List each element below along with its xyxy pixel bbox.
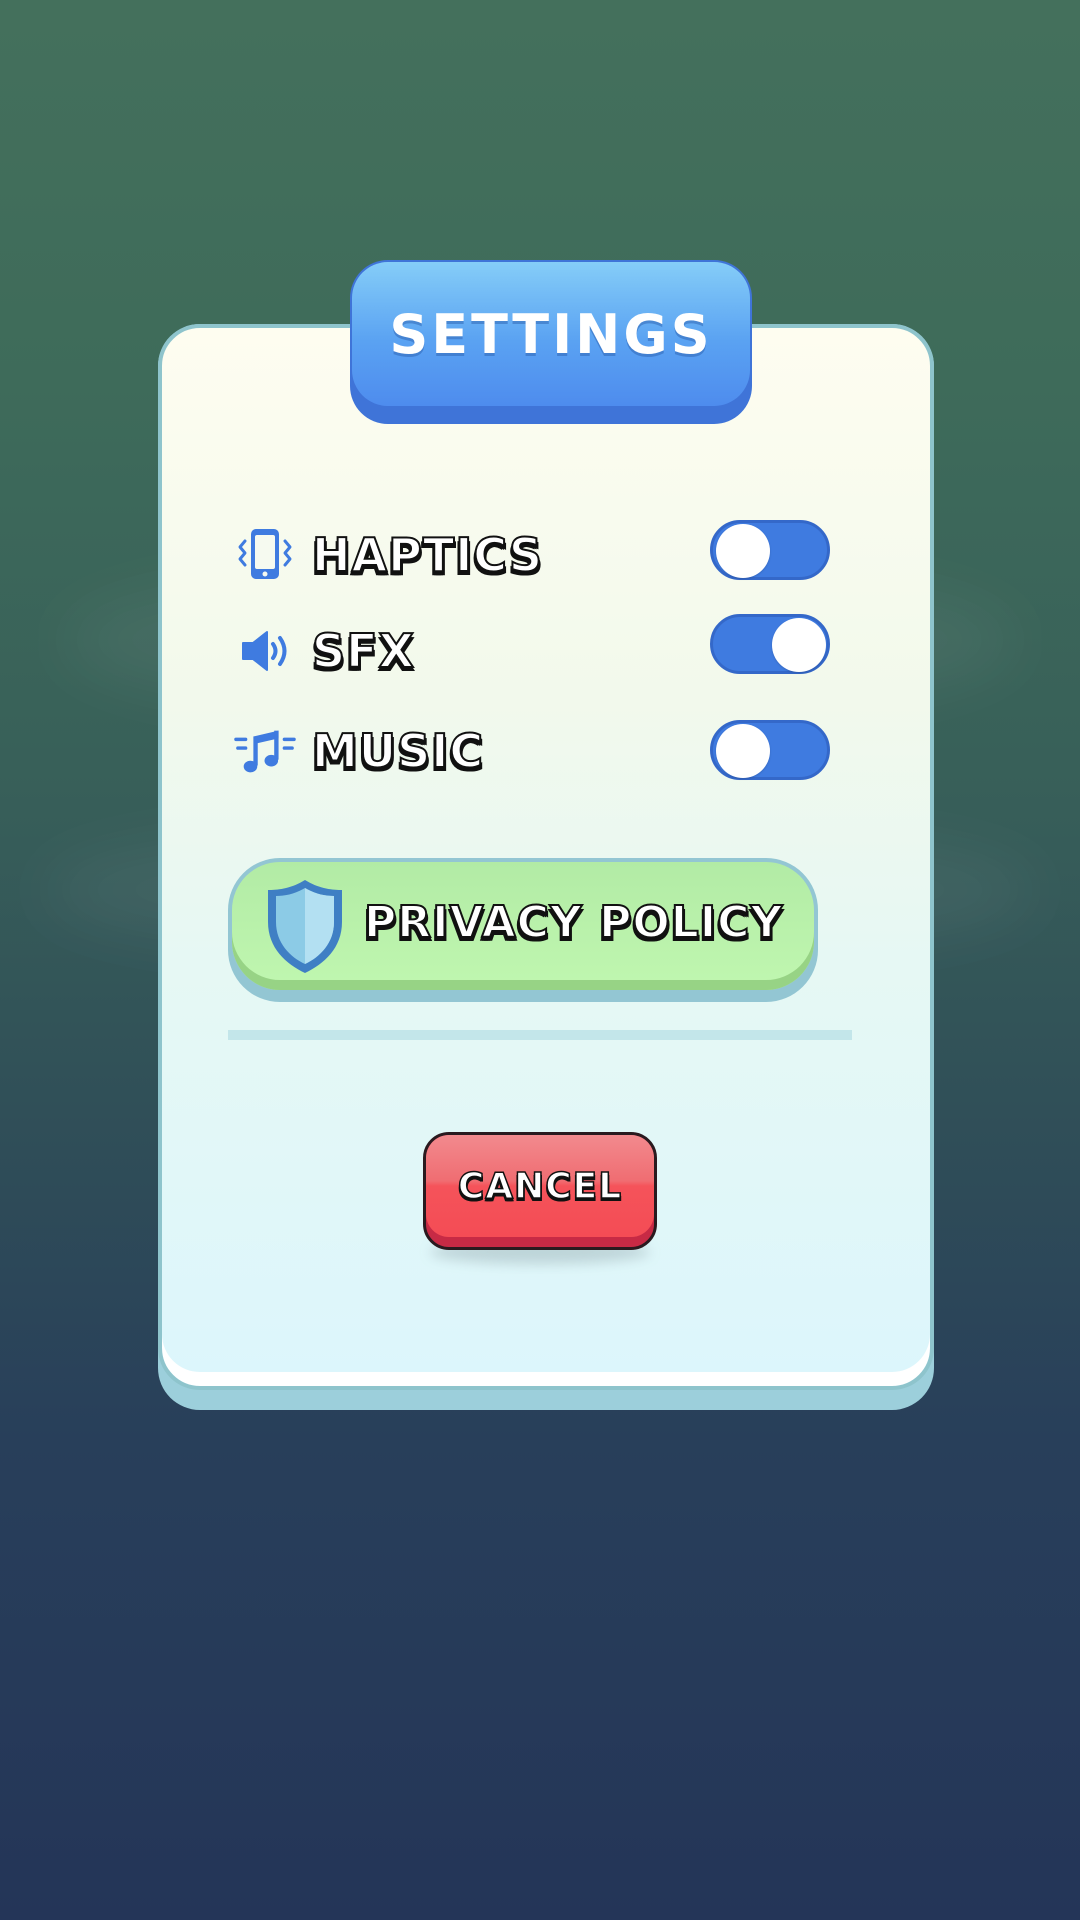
dialog-title: SETTINGS	[389, 302, 713, 366]
setting-label-music: MUSIC	[311, 723, 485, 779]
toggle-knob	[716, 524, 770, 578]
privacy-policy-label: PRIVACY POLICY	[363, 896, 784, 949]
toggle-knob	[772, 618, 826, 672]
toggle-knob	[716, 724, 770, 778]
cancel-button-face: CANCEL	[426, 1135, 654, 1237]
music-note-icon	[234, 720, 296, 782]
speaker-icon	[234, 620, 296, 682]
sfx-toggle[interactable]	[710, 614, 830, 674]
phone-vibrate-icon	[234, 524, 296, 586]
setting-label-sfx: SFX	[311, 623, 416, 679]
setting-label-haptics: HAPTICS	[311, 527, 544, 583]
divider	[228, 1030, 852, 1040]
privacy-policy-button[interactable]: PRIVACY POLICY	[232, 862, 814, 990]
cancel-button[interactable]: CANCEL	[423, 1132, 657, 1250]
haptics-toggle[interactable]	[710, 520, 830, 580]
cancel-label: CANCEL	[457, 1165, 623, 1208]
music-toggle[interactable]	[710, 720, 830, 780]
title-badge-face: SETTINGS	[352, 262, 750, 406]
shield-icon	[264, 876, 346, 976]
